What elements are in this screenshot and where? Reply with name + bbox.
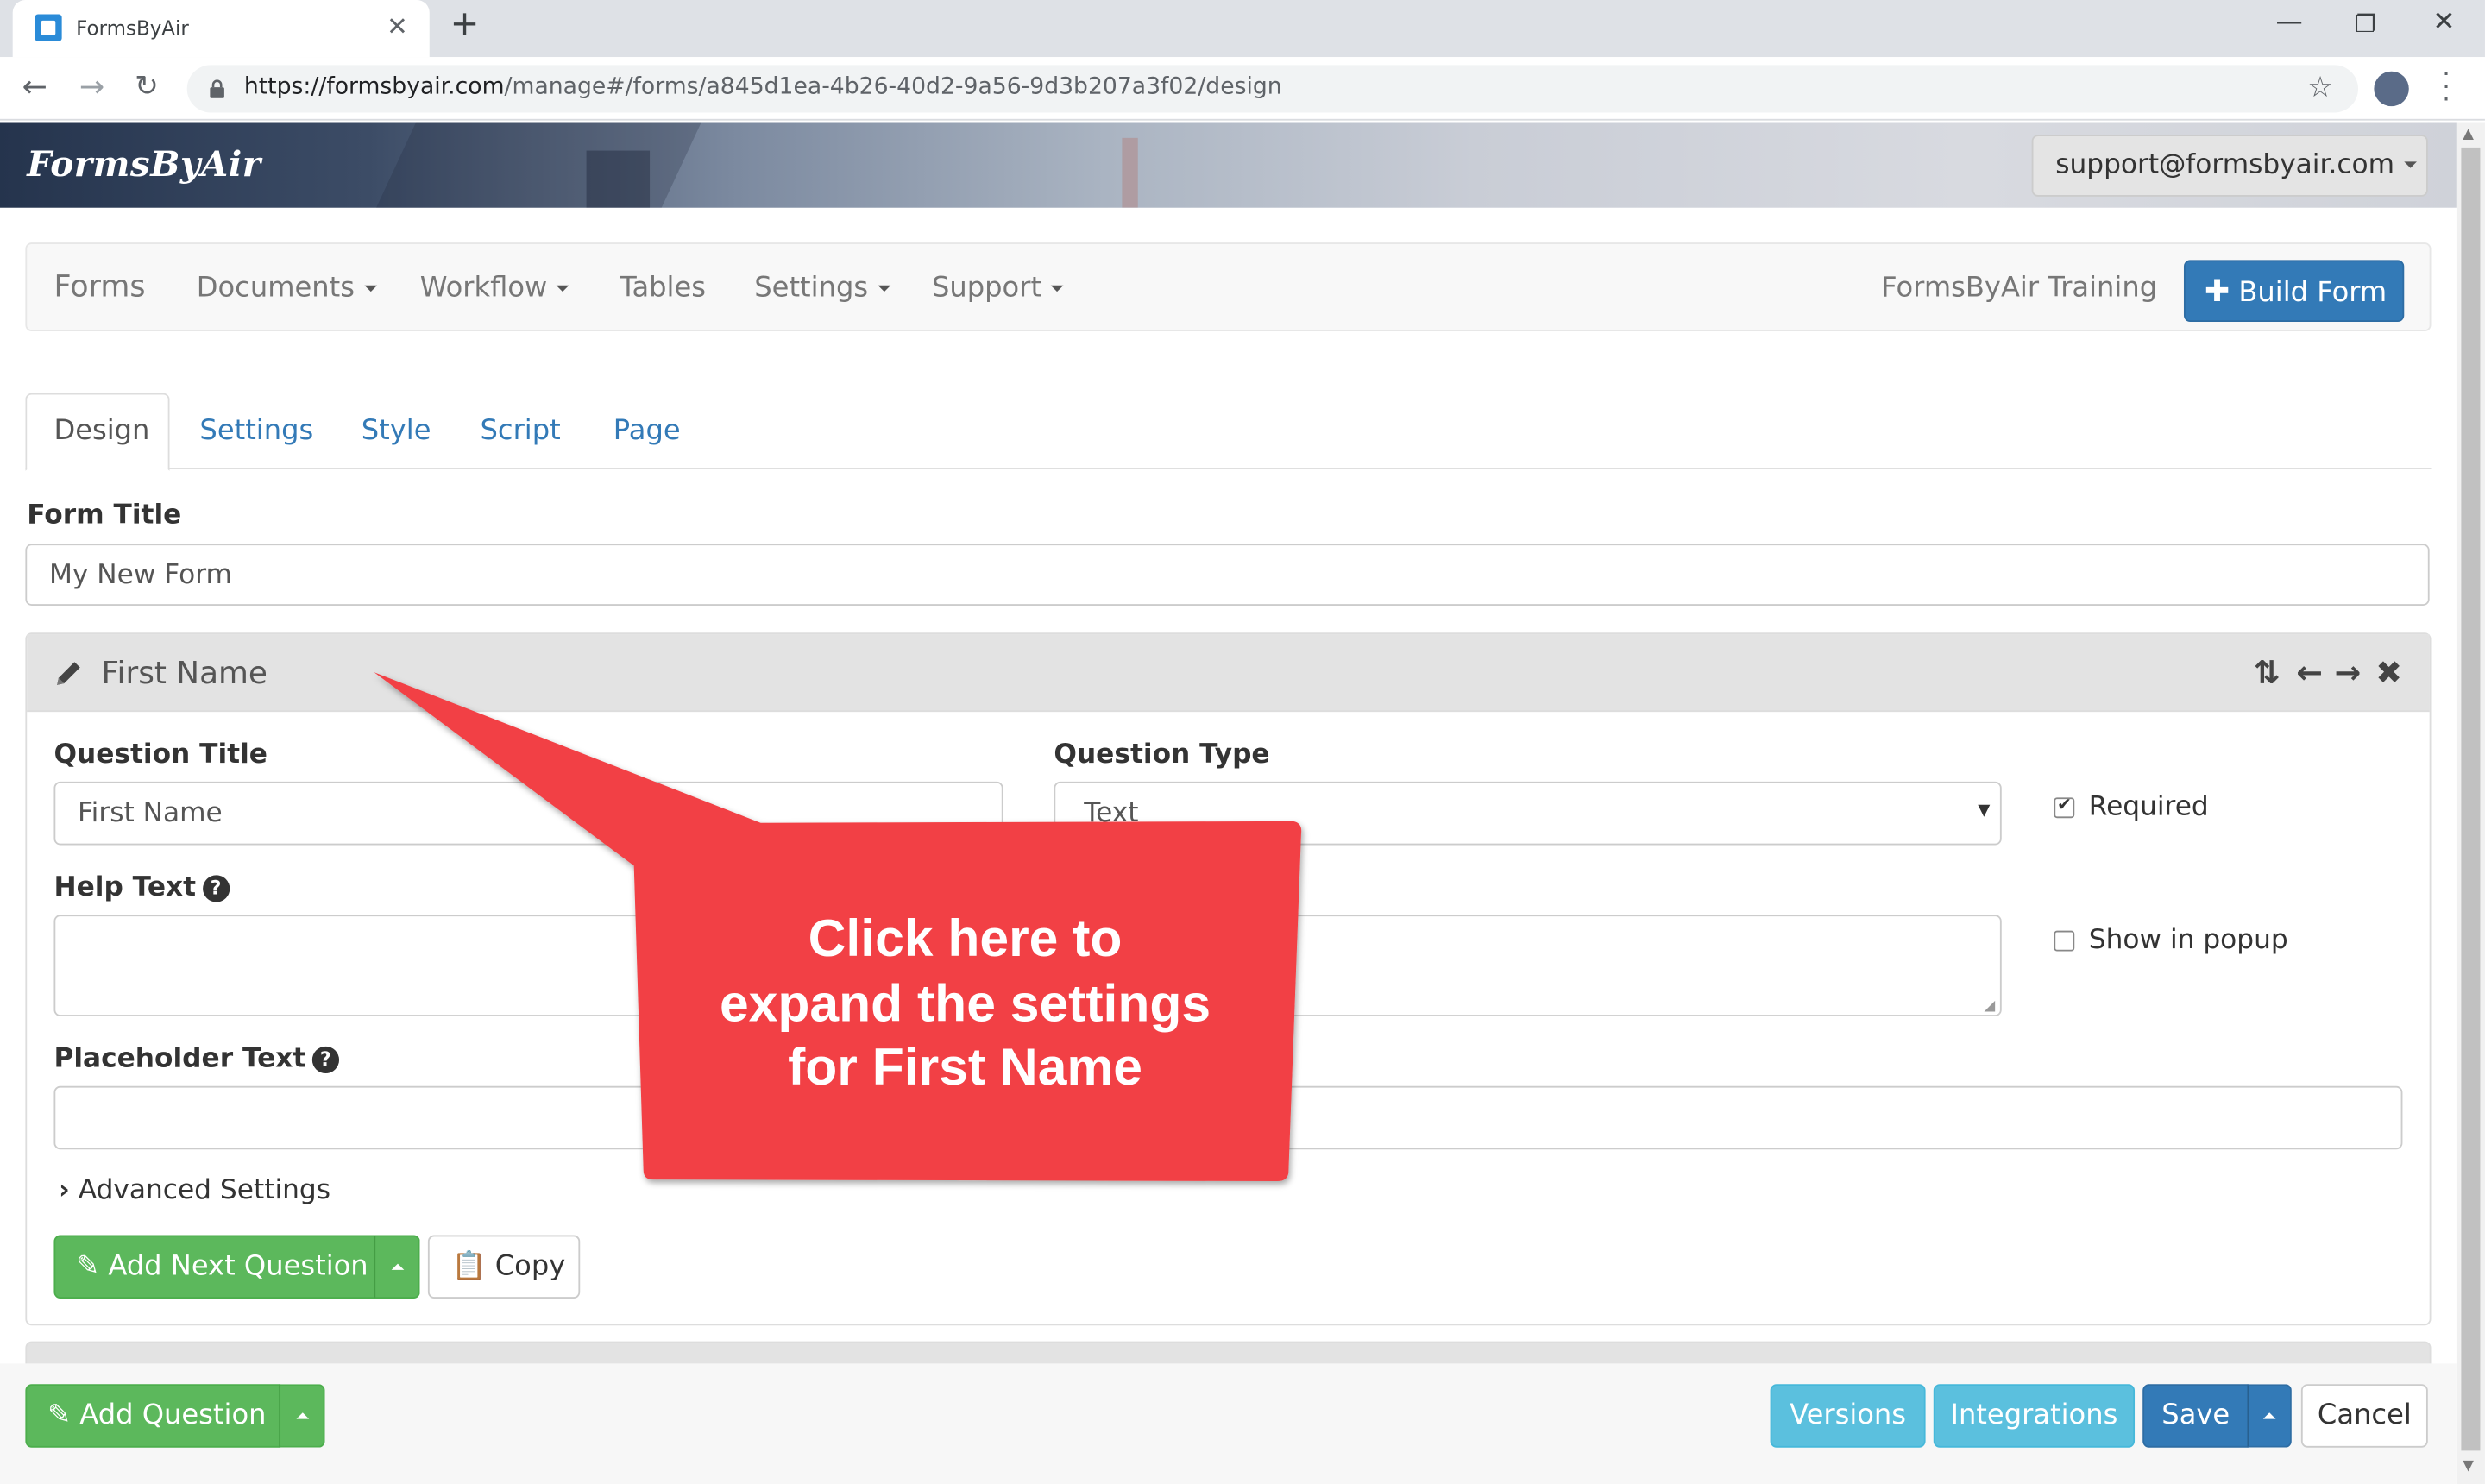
callout-line: for First Name (788, 1036, 1143, 1096)
tutorial-callout: Click here to expand the settings for Fi… (665, 907, 1264, 1099)
app-screen: FormsByAir ✕ + — ❐ ✕ ← → ↻ https://forms… (0, 0, 2485, 1484)
callout-line: expand the settings (719, 972, 1211, 1032)
callout-line: Click here to (808, 908, 1123, 967)
tutorial-callout-shape (374, 672, 1302, 1182)
